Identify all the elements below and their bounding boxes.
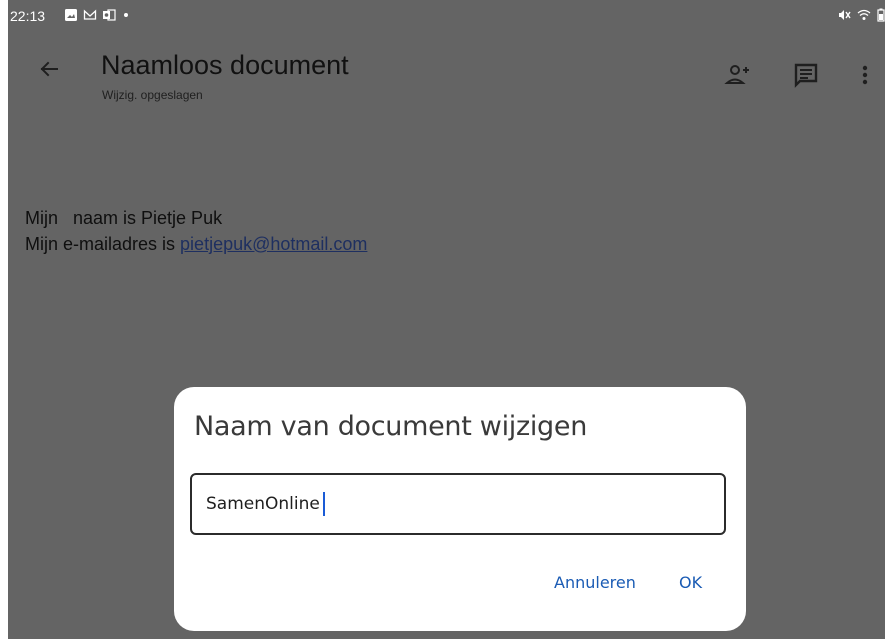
outlook-icon: [103, 9, 116, 21]
status-bar: 22:13: [8, 0, 885, 34]
comment-icon: [794, 63, 818, 88]
battery-icon: [877, 8, 885, 22]
document-text: Mijn e-mailadres is: [25, 234, 181, 254]
more-options-button[interactable]: [850, 60, 880, 90]
gmail-icon: [83, 9, 97, 20]
save-status: Wijzig. opgeslagen: [102, 88, 203, 102]
wifi-icon: [857, 9, 871, 20]
add-person-icon: [724, 65, 749, 84]
back-button[interactable]: [34, 54, 64, 84]
arrow-back-icon: [40, 61, 58, 77]
document-name-input[interactable]: SamenOnline: [190, 473, 726, 535]
app-screen: 22:13 Naamloos document Wijzig. opgeslag…: [8, 0, 885, 639]
document-line: Mijn e-mailadres is pietjepuk@hotmail.co…: [25, 231, 367, 257]
app-bar: Naamloos document Wijzig. opgeslagen: [8, 34, 885, 114]
notification-icons: [64, 8, 128, 22]
mute-icon: [839, 10, 851, 20]
dot-icon: [124, 13, 128, 17]
system-icons: [837, 8, 885, 22]
document-name-value: SamenOnline: [206, 494, 320, 514]
document-title[interactable]: Naamloos document: [101, 50, 349, 81]
rename-dialog: Naam van document wijzigen SamenOnline A…: [174, 387, 746, 631]
text-caret: [322, 492, 325, 516]
email-link[interactable]: pietjepuk@hotmail.com: [180, 234, 367, 254]
ok-button[interactable]: OK: [679, 573, 702, 592]
document-body[interactable]: Mijn naam is Pietje Puk Mijn e-mailadres…: [25, 205, 367, 257]
cancel-button[interactable]: Annuleren: [554, 573, 636, 592]
image-icon: [65, 9, 77, 21]
comment-button[interactable]: [791, 60, 821, 90]
share-button[interactable]: [724, 60, 754, 90]
status-time: 22:13: [10, 8, 46, 24]
document-line: Mijn naam is Pietje Puk: [25, 208, 223, 228]
dialog-title: Naam van document wijzigen: [194, 411, 588, 442]
more-vert-icon: [862, 65, 868, 85]
